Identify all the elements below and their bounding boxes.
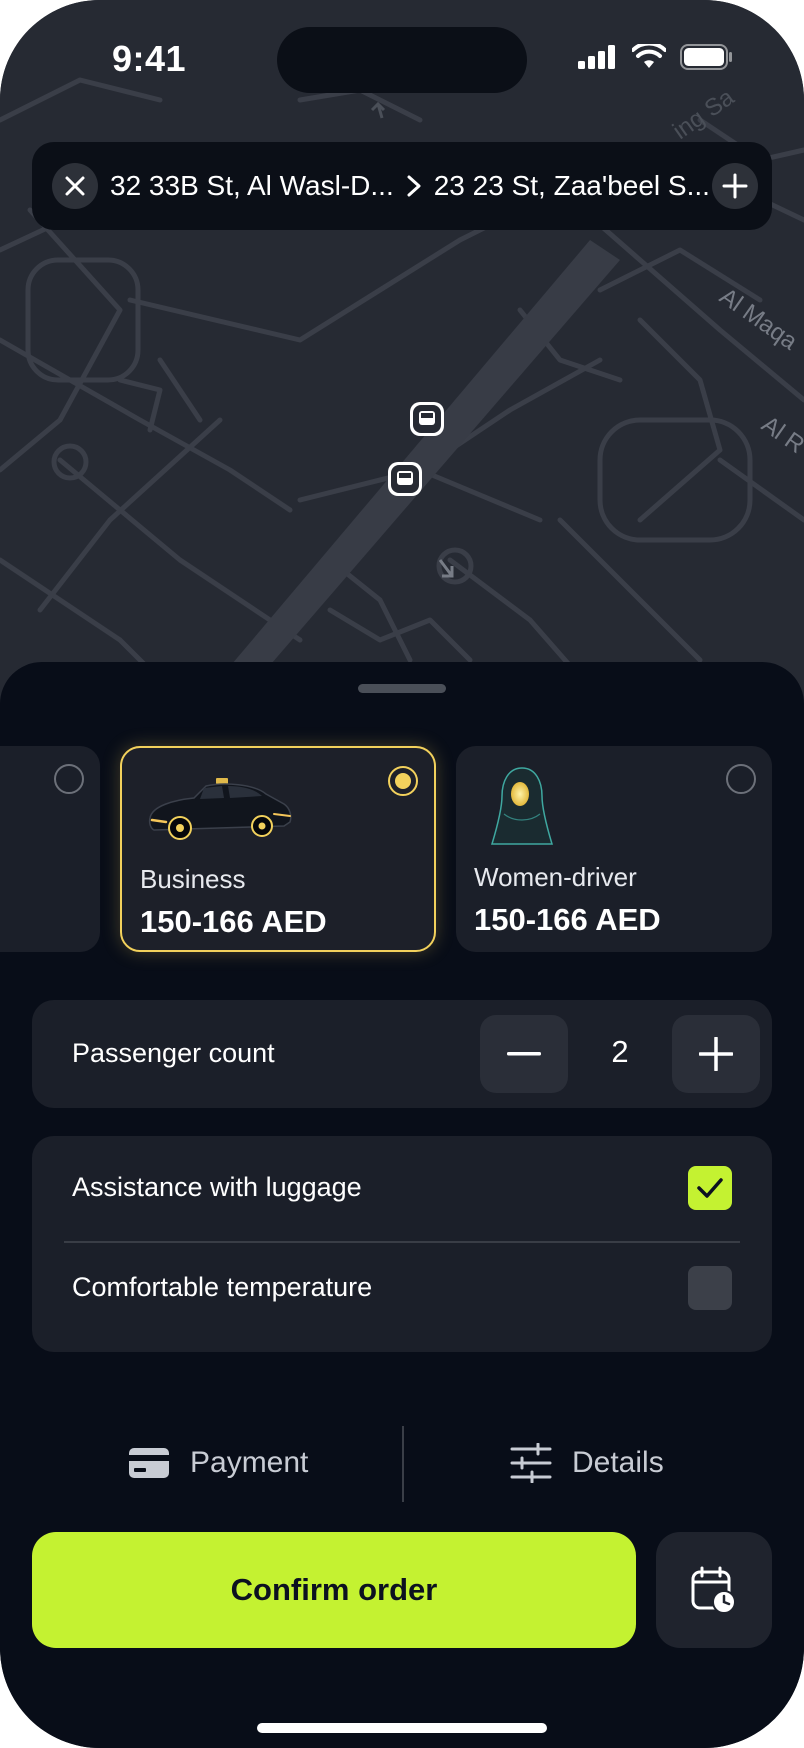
tariff-price: 150-166 AED — [474, 902, 661, 937]
tariff-radio[interactable] — [54, 764, 84, 794]
minus-icon — [507, 1052, 541, 1056]
option-row-temperature[interactable]: Comfortable temperature — [32, 1236, 772, 1336]
route-bar[interactable]: 32 33B St, Al Wasl-D... 23 23 St, Zaa'be… — [32, 142, 772, 230]
sheet-drag-handle[interactable] — [358, 684, 446, 693]
passenger-count-value: 2 — [611, 1034, 629, 1069]
decrease-passengers-button[interactable] — [480, 1015, 568, 1093]
route-to[interactable]: 23 23 St, Zaa'beel S... — [434, 170, 710, 202]
dynamic-island — [277, 27, 527, 93]
passenger-count-label: Passenger count — [72, 1038, 275, 1068]
option-label: Comfortable temperature — [72, 1272, 373, 1302]
tariff-card[interactable] — [0, 746, 100, 952]
tariff-name: Business — [140, 864, 246, 894]
route-from[interactable]: 32 33B St, Al Wasl-D... — [110, 170, 394, 202]
schedule-button[interactable] — [656, 1532, 772, 1648]
status-bar: 9:41 — [0, 0, 804, 120]
tariff-name: Women-driver — [474, 862, 637, 892]
temperature-checkbox[interactable] — [688, 1266, 732, 1310]
actions-divider — [402, 1426, 404, 1502]
status-time: 9:41 — [112, 38, 187, 79]
phone-screen: Al Maqa Al R ing Sa 9:41 32 33B St, Al W… — [0, 0, 804, 1748]
checkmark-icon — [697, 1178, 723, 1198]
wifi-icon — [632, 44, 666, 68]
home-indicator[interactable] — [257, 1723, 547, 1733]
secondary-actions: Payment Details — [0, 1424, 804, 1502]
close-button[interactable] — [52, 163, 98, 209]
bus-stop-icon[interactable] — [388, 462, 422, 496]
payment-button[interactable]: Payment — [128, 1424, 308, 1502]
confirm-order-button[interactable]: Confirm order — [32, 1532, 636, 1648]
tariff-price: 150-166 AED — [140, 904, 327, 939]
options-list: Assistance with luggage Comfortable temp… — [32, 1136, 772, 1352]
calendar-clock-icon — [691, 1566, 736, 1614]
credit-card-icon — [129, 1448, 169, 1478]
tariff-card-women-driver[interactable]: Women-driver 150-166 AED — [456, 746, 772, 952]
close-icon — [65, 176, 85, 196]
option-label: Assistance with luggage — [72, 1172, 362, 1202]
tariff-card-business[interactable]: Business 150-166 AED — [120, 746, 436, 952]
payment-label: Payment — [190, 1446, 309, 1479]
details-label: Details — [572, 1446, 664, 1479]
status-icons — [578, 44, 734, 70]
tariff-radio[interactable] — [726, 764, 756, 794]
battery-icon — [680, 44, 732, 70]
women-driver-icon — [490, 767, 554, 845]
add-stop-button[interactable] — [712, 163, 758, 209]
chevron-right-icon — [406, 174, 422, 198]
passenger-count-row: Passenger count 2 — [32, 1000, 772, 1108]
bus-stop-icon[interactable] — [410, 402, 444, 436]
business-car-icon — [148, 778, 292, 840]
details-button[interactable]: Details — [510, 1424, 664, 1502]
luggage-checkbox[interactable] — [688, 1166, 732, 1210]
cellular-signal-icon — [578, 45, 615, 69]
tariff-radio-selected[interactable] — [388, 766, 418, 796]
increase-passengers-button[interactable] — [672, 1015, 760, 1093]
sliders-icon — [510, 1443, 552, 1483]
plus-icon — [699, 1037, 733, 1071]
option-row-luggage[interactable]: Assistance with luggage — [32, 1136, 772, 1236]
plus-icon — [722, 173, 748, 199]
